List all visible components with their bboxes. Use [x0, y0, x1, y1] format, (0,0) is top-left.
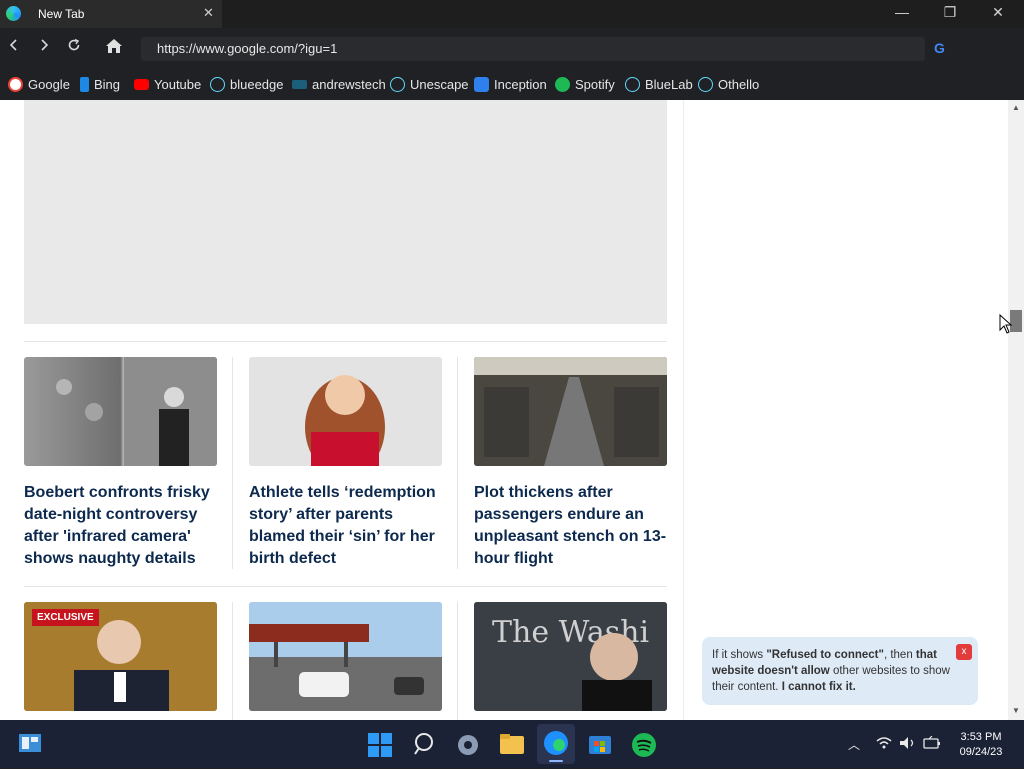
edge-taskbar-button[interactable]: [537, 724, 575, 764]
browser-tab[interactable]: New Tab ✕: [0, 0, 222, 28]
andrewstech-icon: [292, 80, 307, 89]
home-icon[interactable]: [104, 38, 124, 58]
bookmarks-bar: Google Bing Youtube blueedge andrewstech…: [0, 70, 1024, 100]
url-text[interactable]: https://www.google.com/?igu=1: [157, 41, 337, 56]
bookmark-blueedge[interactable]: blueedge: [210, 77, 284, 92]
inception-icon: [474, 77, 489, 92]
sidebar-divider: [683, 100, 684, 720]
bookmark-unescape[interactable]: Unescape: [390, 77, 469, 92]
bookmark-andrewstech[interactable]: andrewstech: [292, 77, 386, 92]
article-image-washington-post[interactable]: The Washi: [474, 602, 667, 711]
bookmark-youtube[interactable]: Youtube: [134, 77, 201, 92]
minimize-icon[interactable]: —: [892, 4, 912, 20]
forward-icon[interactable]: [34, 38, 54, 56]
bookmark-bing[interactable]: Bing: [80, 77, 120, 92]
bookmark-inception[interactable]: Inception: [474, 77, 547, 92]
google-icon: [8, 77, 23, 92]
system-clock[interactable]: 3:53 PM 09/24/23: [952, 730, 1010, 760]
mouse-cursor-icon: [999, 314, 1013, 334]
google-icon[interactable]: G: [934, 40, 950, 56]
article-title-boebert[interactable]: Boebert confronts frisky date-night cont…: [24, 482, 224, 570]
notice-close-button[interactable]: x: [956, 644, 972, 660]
bookmark-google[interactable]: Google: [8, 77, 70, 92]
article-title-athlete[interactable]: Athlete tells ‘redemption story’ after p…: [249, 482, 449, 570]
chevron-up-icon[interactable]: ︿: [848, 736, 860, 753]
close-window-icon[interactable]: ✕: [988, 4, 1008, 21]
section-divider: [24, 586, 667, 587]
tab-title: New Tab: [38, 7, 85, 21]
restore-icon[interactable]: ❐: [940, 4, 960, 21]
section-divider: [24, 341, 667, 342]
settings-gear-icon[interactable]: [455, 732, 481, 756]
ad-placeholder: [24, 100, 667, 324]
react-icon: [390, 77, 405, 92]
title-bar: New Tab ✕ — ❐ ✕: [0, 0, 1024, 28]
article-title-flight[interactable]: Plot thickens after passengers endure an…: [474, 482, 674, 570]
battery-icon[interactable]: [923, 735, 941, 753]
spotify-icon: [555, 77, 570, 92]
edge-icon: [6, 6, 21, 21]
react-icon: [698, 77, 713, 92]
refused-connection-notice: If it shows "Refused to connect", then t…: [702, 637, 978, 705]
bookmark-spotify[interactable]: Spotify: [555, 77, 615, 92]
bing-icon: [80, 77, 89, 92]
article-image-athlete[interactable]: [249, 357, 442, 466]
wifi-icon[interactable]: [876, 736, 892, 753]
page-scrollbar[interactable]: [1008, 100, 1024, 720]
back-icon[interactable]: [4, 38, 24, 56]
close-tab-icon[interactable]: ✕: [203, 5, 214, 21]
bookmark-bluelab[interactable]: BlueLab: [625, 77, 693, 92]
scroll-down-icon[interactable]: ▼: [1010, 706, 1022, 715]
bookmark-othello[interactable]: Othello: [698, 77, 759, 92]
column-divider: [232, 602, 233, 720]
store-icon[interactable]: [587, 732, 613, 756]
page-content: Boebert confronts frisky date-night cont…: [0, 100, 1008, 720]
article-image-flight[interactable]: [474, 357, 667, 466]
start-icon[interactable]: [367, 732, 393, 757]
search-icon[interactable]: [413, 732, 439, 756]
article-image-highway[interactable]: [249, 602, 442, 711]
column-divider: [457, 357, 458, 569]
react-icon: [210, 77, 225, 92]
youtube-icon: [134, 79, 149, 90]
reload-icon[interactable]: [64, 38, 84, 56]
column-divider: [457, 602, 458, 720]
article-image-boebert[interactable]: [24, 357, 217, 466]
exclusive-badge: EXCLUSIVE: [32, 609, 99, 626]
react-icon: [625, 77, 640, 92]
scroll-up-icon[interactable]: ▲: [1010, 103, 1022, 112]
file-explorer-icon[interactable]: [499, 732, 525, 756]
widgets-icon[interactable]: [18, 732, 44, 756]
volume-icon[interactable]: [899, 736, 917, 753]
spotify-icon[interactable]: [631, 732, 657, 757]
column-divider: [232, 357, 233, 569]
